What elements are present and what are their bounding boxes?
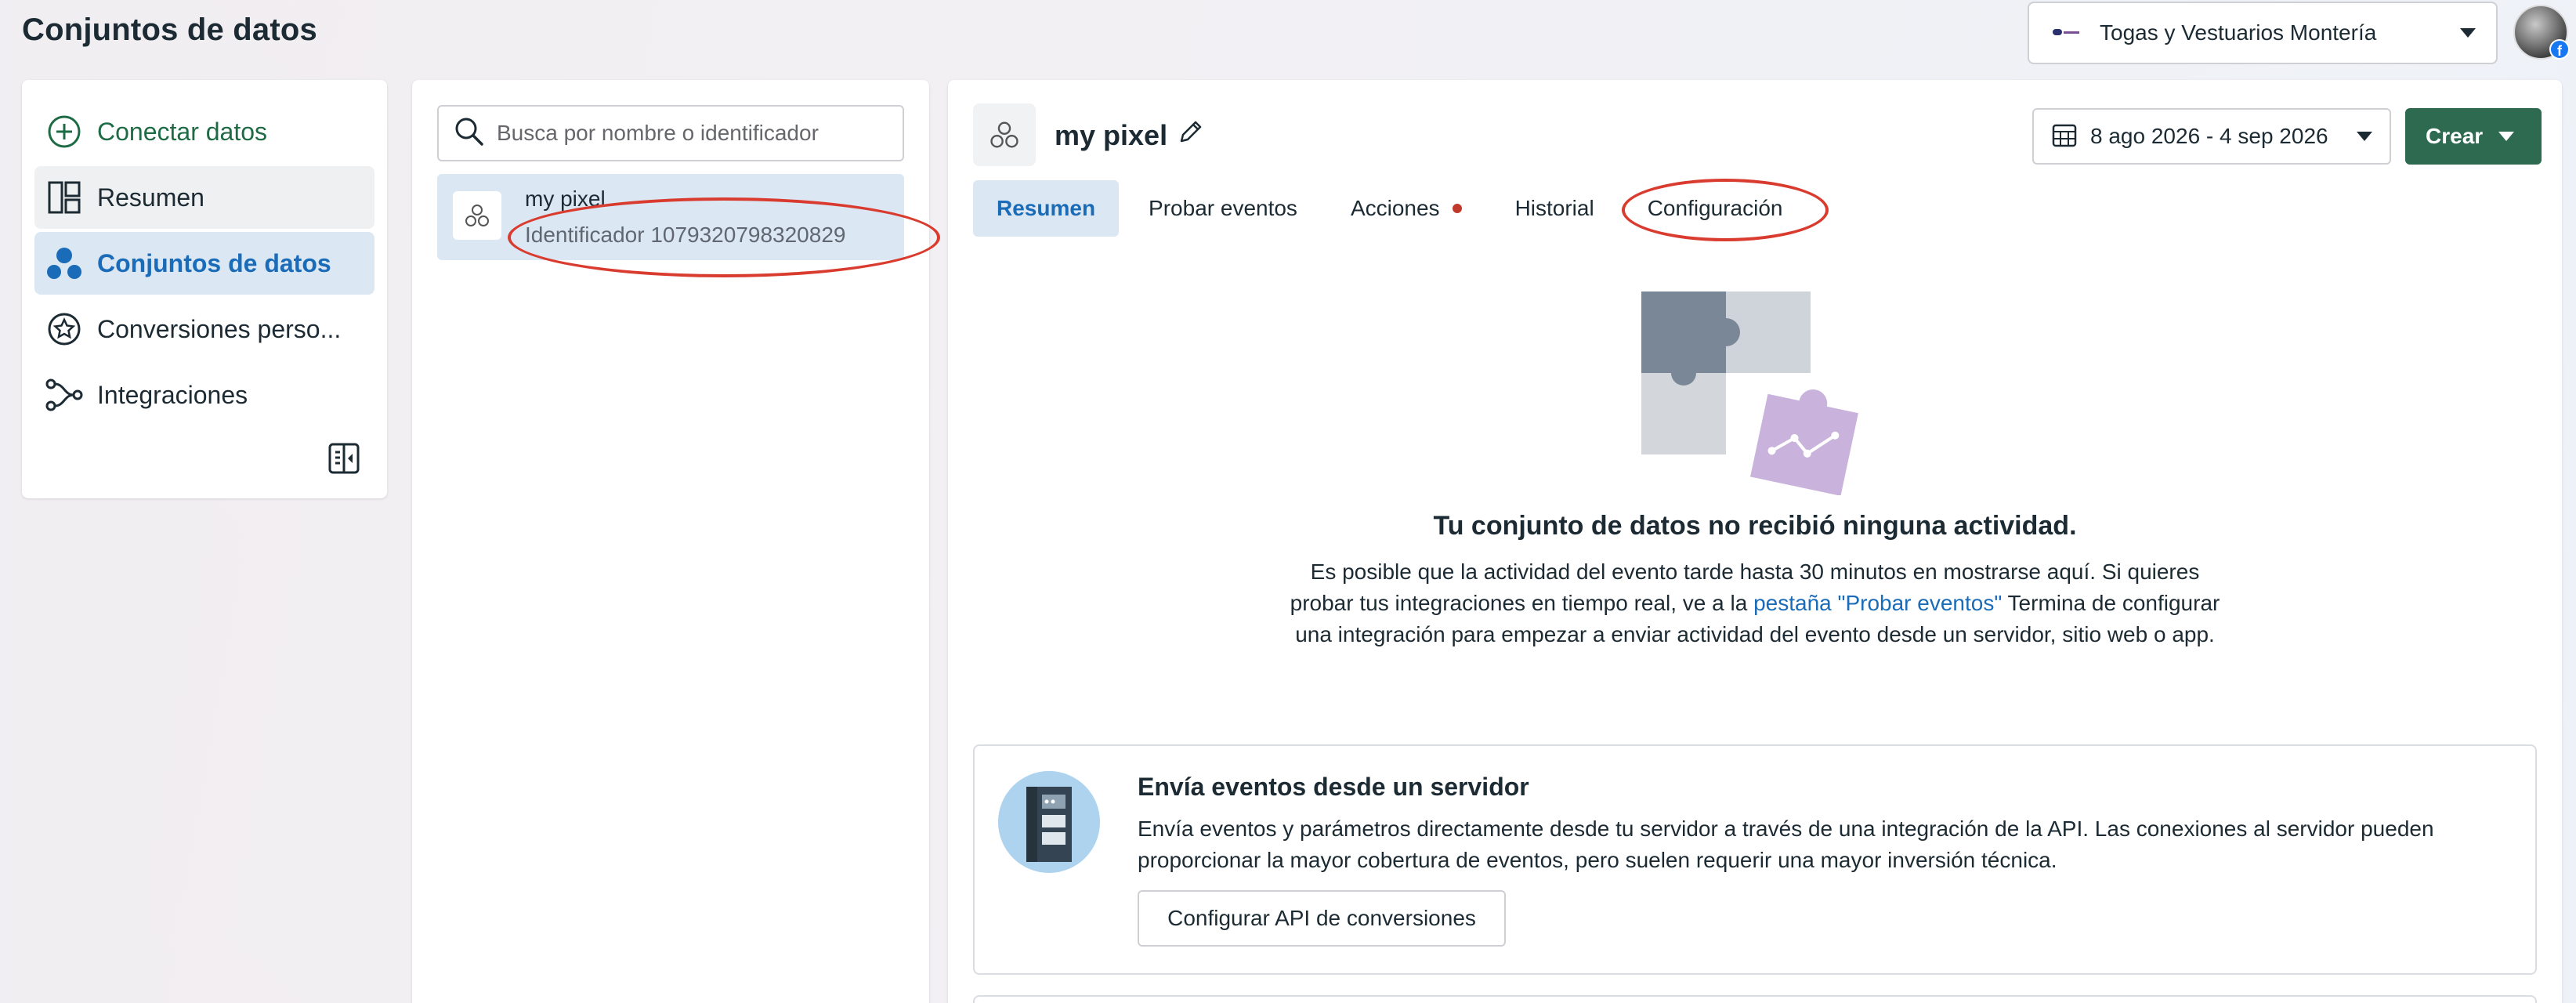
- datasets-icon: [45, 244, 83, 282]
- dataset-title: my pixel: [1055, 119, 1168, 151]
- tab-actions[interactable]: Acciones: [1327, 180, 1485, 237]
- tab-label: Acciones: [1350, 196, 1440, 220]
- sidebar-item-label: Conversiones perso...: [97, 314, 342, 343]
- sidebar-item-label: Resumen: [97, 183, 204, 212]
- configure-conversions-api-button[interactable]: Configurar API de conversiones: [1138, 890, 1506, 947]
- server-illustration-icon: [998, 771, 1100, 873]
- tab-summary[interactable]: Resumen: [973, 180, 1120, 237]
- sidebar-item-label: Conjuntos de datos: [97, 248, 331, 277]
- tab-history[interactable]: Historial: [1492, 180, 1618, 237]
- dataset-name: my pixel: [525, 186, 606, 211]
- calendar-icon: [2051, 121, 2078, 152]
- tab-bar: Resumen Probar eventos Acciones Historia…: [973, 180, 1812, 237]
- next-integration-card: [973, 995, 2537, 1003]
- main-panel: my pixel 8 ago 2026 - 4 sep 2026 Crear R…: [948, 80, 2562, 1003]
- test-events-tab-link[interactable]: pestaña "Probar eventos": [1753, 591, 2002, 615]
- chevron-down-icon: [2460, 28, 2476, 38]
- integrations-icon: [45, 376, 83, 414]
- tab-settings[interactable]: Configuración: [1624, 180, 1807, 237]
- star-badge-icon: [45, 310, 83, 348]
- tab-label: Historial: [1514, 196, 1594, 220]
- empty-state-title: Tu conjunto de datos no recibió ninguna …: [1433, 511, 2077, 541]
- account-selector[interactable]: Togas y Vestuarios Montería: [2028, 2, 2498, 64]
- create-button-label: Crear: [2426, 124, 2484, 148]
- sidebar-item-summary[interactable]: Resumen: [34, 166, 374, 229]
- server-card-description: Envía eventos y parámetros directamente …: [1138, 817, 2434, 872]
- tab-label: Resumen: [997, 196, 1096, 220]
- search-box[interactable]: [437, 105, 904, 161]
- dataset-list-item[interactable]: my pixel Identificador 1079320798320829: [437, 174, 904, 260]
- sidebar-item-custom-conversions[interactable]: Conversiones perso...: [34, 298, 374, 360]
- search-input[interactable]: [497, 121, 887, 146]
- tab-test-events[interactable]: Probar eventos: [1125, 180, 1321, 237]
- page-title: Conjuntos de datos: [22, 13, 317, 47]
- layout-panels-icon: [45, 179, 83, 216]
- sidebar-item-label: Integraciones: [97, 380, 248, 409]
- sidebar-nav: Conectar datos Resumen Conjuntos de dato…: [22, 80, 387, 498]
- dataset-id: Identificador 1079320798320829: [525, 223, 846, 247]
- plus-circle-icon: [45, 113, 83, 150]
- account-logo-icon: [2050, 21, 2081, 45]
- create-button[interactable]: Crear: [2405, 108, 2542, 165]
- notification-dot-icon: [1452, 204, 1462, 213]
- collapse-sidebar-icon[interactable]: [327, 442, 360, 475]
- date-range-picker[interactable]: 8 ago 2026 - 4 sep 2026: [2032, 108, 2391, 165]
- date-range-text: 8 ago 2026 - 4 sep 2026: [2090, 124, 2328, 148]
- avatar[interactable]: f: [2513, 5, 2570, 60]
- server-events-card: Envía eventos desde un servidor Envía ev…: [973, 744, 2537, 975]
- chevron-down-icon: [2357, 132, 2372, 141]
- server-card-title: Envía eventos desde un servidor: [1138, 773, 1529, 801]
- sidebar-item-datasets[interactable]: Conjuntos de datos: [34, 232, 374, 295]
- account-name: Togas y Vestuarios Montería: [2100, 20, 2377, 45]
- dataset-icon: [453, 191, 501, 240]
- pixel-icon: [973, 103, 1036, 166]
- tab-label: Configuración: [1647, 196, 1783, 220]
- edit-pencil-icon[interactable]: [1177, 118, 1208, 149]
- sidebar-item-label: Conectar datos: [97, 117, 268, 146]
- chevron-down-icon: [2498, 132, 2515, 141]
- search-icon: [454, 117, 484, 150]
- tab-label: Probar eventos: [1149, 196, 1297, 220]
- dataset-list-panel: my pixel Identificador 1079320798320829: [412, 80, 940, 1003]
- sidebar-item-connect-data[interactable]: Conectar datos: [34, 100, 374, 163]
- empty-state-description: Es posible que la actividad del evento t…: [1285, 556, 2225, 650]
- empty-state-puzzle-illustration: [1641, 291, 1858, 495]
- sidebar-item-integrations[interactable]: Integraciones: [34, 364, 374, 426]
- facebook-badge-icon: f: [2549, 39, 2570, 60]
